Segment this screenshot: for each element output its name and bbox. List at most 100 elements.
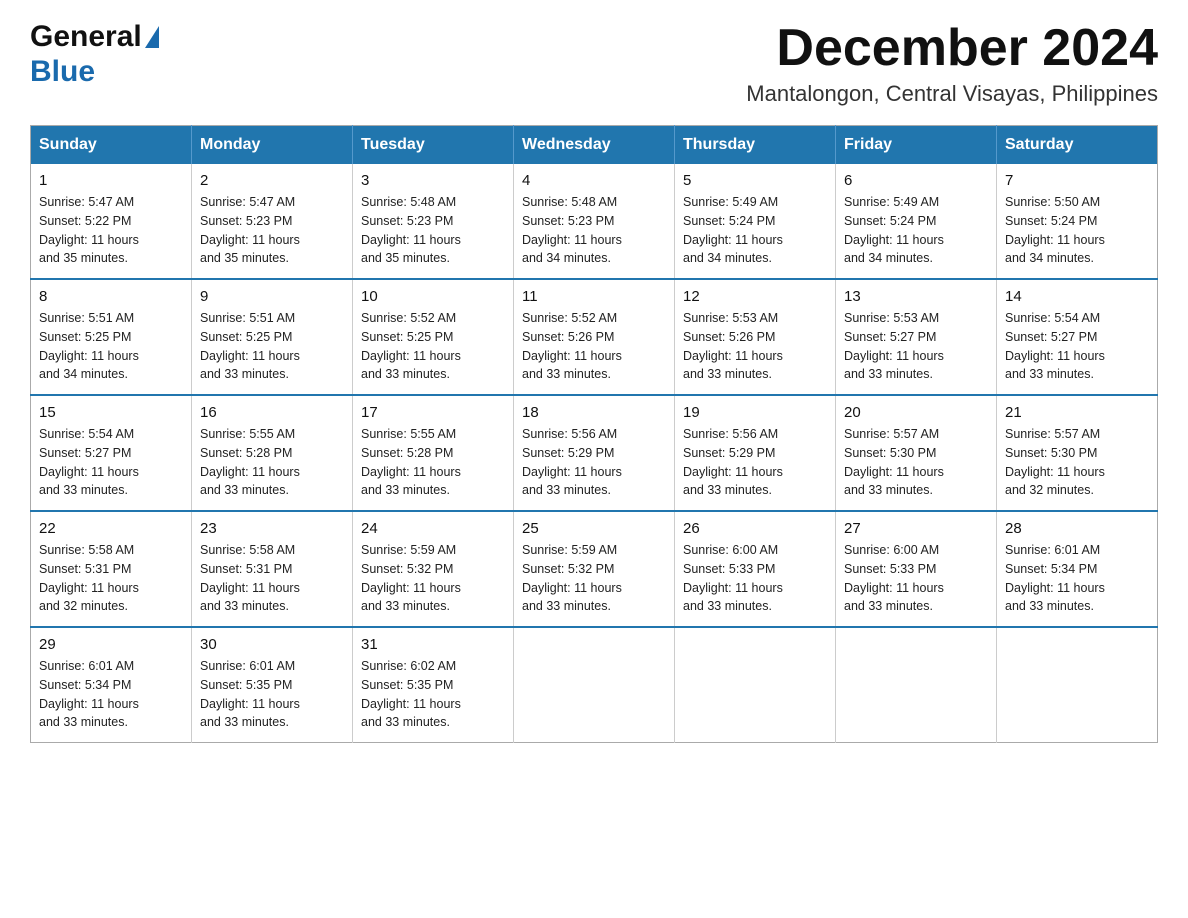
day-number: 10 [361,288,505,305]
calendar-cell: 13 Sunrise: 5:53 AM Sunset: 5:27 PM Dayl… [836,279,997,395]
day-info: Sunrise: 5:52 AM Sunset: 5:26 PM Dayligh… [522,309,666,384]
day-info: Sunrise: 5:56 AM Sunset: 5:29 PM Dayligh… [683,425,827,500]
logo-general: General [30,20,159,55]
day-info: Sunrise: 5:58 AM Sunset: 5:31 PM Dayligh… [200,541,344,616]
day-info: Sunrise: 5:59 AM Sunset: 5:32 PM Dayligh… [361,541,505,616]
calendar-cell [675,627,836,743]
day-info: Sunrise: 5:55 AM Sunset: 5:28 PM Dayligh… [361,425,505,500]
calendar-cell: 28 Sunrise: 6:01 AM Sunset: 5:34 PM Dayl… [997,511,1158,627]
day-number: 19 [683,404,827,421]
calendar-cell: 16 Sunrise: 5:55 AM Sunset: 5:28 PM Dayl… [192,395,353,511]
day-number: 29 [39,636,183,653]
calendar-cell: 26 Sunrise: 6:00 AM Sunset: 5:33 PM Dayl… [675,511,836,627]
day-number: 15 [39,404,183,421]
day-number: 14 [1005,288,1149,305]
calendar-table: SundayMondayTuesdayWednesdayThursdayFrid… [30,125,1158,743]
day-number: 23 [200,520,344,537]
day-number: 12 [683,288,827,305]
calendar-cell: 7 Sunrise: 5:50 AM Sunset: 5:24 PM Dayli… [997,164,1158,279]
calendar-cell: 19 Sunrise: 5:56 AM Sunset: 5:29 PM Dayl… [675,395,836,511]
calendar-week-4: 22 Sunrise: 5:58 AM Sunset: 5:31 PM Dayl… [31,511,1158,627]
day-number: 11 [522,288,666,305]
calendar-cell: 5 Sunrise: 5:49 AM Sunset: 5:24 PM Dayli… [675,164,836,279]
weekday-header-saturday: Saturday [997,126,1158,165]
day-number: 22 [39,520,183,537]
day-info: Sunrise: 6:00 AM Sunset: 5:33 PM Dayligh… [683,541,827,616]
calendar-cell [836,627,997,743]
day-info: Sunrise: 5:58 AM Sunset: 5:31 PM Dayligh… [39,541,183,616]
calendar-cell: 24 Sunrise: 5:59 AM Sunset: 5:32 PM Dayl… [353,511,514,627]
calendar-cell: 6 Sunrise: 5:49 AM Sunset: 5:24 PM Dayli… [836,164,997,279]
calendar-cell: 11 Sunrise: 5:52 AM Sunset: 5:26 PM Dayl… [514,279,675,395]
day-number: 18 [522,404,666,421]
calendar-cell: 18 Sunrise: 5:56 AM Sunset: 5:29 PM Dayl… [514,395,675,511]
weekday-header-friday: Friday [836,126,997,165]
day-number: 25 [522,520,666,537]
day-info: Sunrise: 5:47 AM Sunset: 5:23 PM Dayligh… [200,193,344,268]
day-number: 1 [39,172,183,189]
day-number: 5 [683,172,827,189]
day-number: 30 [200,636,344,653]
calendar-cell: 30 Sunrise: 6:01 AM Sunset: 5:35 PM Dayl… [192,627,353,743]
day-number: 6 [844,172,988,189]
calendar-cell: 14 Sunrise: 5:54 AM Sunset: 5:27 PM Dayl… [997,279,1158,395]
calendar-cell: 29 Sunrise: 6:01 AM Sunset: 5:34 PM Dayl… [31,627,192,743]
day-number: 13 [844,288,988,305]
day-info: Sunrise: 5:57 AM Sunset: 5:30 PM Dayligh… [844,425,988,500]
day-info: Sunrise: 5:57 AM Sunset: 5:30 PM Dayligh… [1005,425,1149,500]
day-info: Sunrise: 5:49 AM Sunset: 5:24 PM Dayligh… [844,193,988,268]
weekday-header-tuesday: Tuesday [353,126,514,165]
weekday-header-monday: Monday [192,126,353,165]
calendar-cell: 1 Sunrise: 5:47 AM Sunset: 5:22 PM Dayli… [31,164,192,279]
calendar-week-1: 1 Sunrise: 5:47 AM Sunset: 5:22 PM Dayli… [31,164,1158,279]
calendar-week-3: 15 Sunrise: 5:54 AM Sunset: 5:27 PM Dayl… [31,395,1158,511]
calendar-cell: 17 Sunrise: 5:55 AM Sunset: 5:28 PM Dayl… [353,395,514,511]
logo: General Blue [30,20,159,89]
day-number: 9 [200,288,344,305]
day-info: Sunrise: 6:01 AM Sunset: 5:34 PM Dayligh… [39,657,183,732]
logo-blue: Blue [30,55,159,90]
day-info: Sunrise: 6:01 AM Sunset: 5:34 PM Dayligh… [1005,541,1149,616]
day-number: 16 [200,404,344,421]
weekday-header-sunday: Sunday [31,126,192,165]
day-number: 26 [683,520,827,537]
location-subtitle: Mantalongon, Central Visayas, Philippine… [746,81,1158,107]
day-number: 28 [1005,520,1149,537]
calendar-cell: 25 Sunrise: 5:59 AM Sunset: 5:32 PM Dayl… [514,511,675,627]
day-number: 20 [844,404,988,421]
calendar-cell: 9 Sunrise: 5:51 AM Sunset: 5:25 PM Dayli… [192,279,353,395]
weekday-header-row: SundayMondayTuesdayWednesdayThursdayFrid… [31,126,1158,165]
calendar-cell: 23 Sunrise: 5:58 AM Sunset: 5:31 PM Dayl… [192,511,353,627]
day-number: 3 [361,172,505,189]
day-info: Sunrise: 5:50 AM Sunset: 5:24 PM Dayligh… [1005,193,1149,268]
calendar-cell: 31 Sunrise: 6:02 AM Sunset: 5:35 PM Dayl… [353,627,514,743]
day-info: Sunrise: 6:01 AM Sunset: 5:35 PM Dayligh… [200,657,344,732]
day-info: Sunrise: 5:51 AM Sunset: 5:25 PM Dayligh… [39,309,183,384]
calendar-cell: 3 Sunrise: 5:48 AM Sunset: 5:23 PM Dayli… [353,164,514,279]
day-number: 31 [361,636,505,653]
month-year-title: December 2024 [746,20,1158,77]
calendar-cell: 20 Sunrise: 5:57 AM Sunset: 5:30 PM Dayl… [836,395,997,511]
calendar-cell: 8 Sunrise: 5:51 AM Sunset: 5:25 PM Dayli… [31,279,192,395]
day-number: 17 [361,404,505,421]
calendar-cell [997,627,1158,743]
weekday-header-thursday: Thursday [675,126,836,165]
calendar-week-5: 29 Sunrise: 6:01 AM Sunset: 5:34 PM Dayl… [31,627,1158,743]
calendar-cell: 21 Sunrise: 5:57 AM Sunset: 5:30 PM Dayl… [997,395,1158,511]
page-header: General Blue December 2024 Mantalongon, … [30,20,1158,107]
calendar-week-2: 8 Sunrise: 5:51 AM Sunset: 5:25 PM Dayli… [31,279,1158,395]
calendar-cell: 12 Sunrise: 5:53 AM Sunset: 5:26 PM Dayl… [675,279,836,395]
calendar-cell: 27 Sunrise: 6:00 AM Sunset: 5:33 PM Dayl… [836,511,997,627]
day-number: 7 [1005,172,1149,189]
day-number: 2 [200,172,344,189]
day-info: Sunrise: 5:56 AM Sunset: 5:29 PM Dayligh… [522,425,666,500]
day-info: Sunrise: 5:48 AM Sunset: 5:23 PM Dayligh… [361,193,505,268]
day-info: Sunrise: 5:53 AM Sunset: 5:26 PM Dayligh… [683,309,827,384]
calendar-cell: 2 Sunrise: 5:47 AM Sunset: 5:23 PM Dayli… [192,164,353,279]
calendar-cell: 4 Sunrise: 5:48 AM Sunset: 5:23 PM Dayli… [514,164,675,279]
calendar-cell [514,627,675,743]
day-info: Sunrise: 5:53 AM Sunset: 5:27 PM Dayligh… [844,309,988,384]
day-info: Sunrise: 5:48 AM Sunset: 5:23 PM Dayligh… [522,193,666,268]
day-number: 27 [844,520,988,537]
day-info: Sunrise: 5:49 AM Sunset: 5:24 PM Dayligh… [683,193,827,268]
